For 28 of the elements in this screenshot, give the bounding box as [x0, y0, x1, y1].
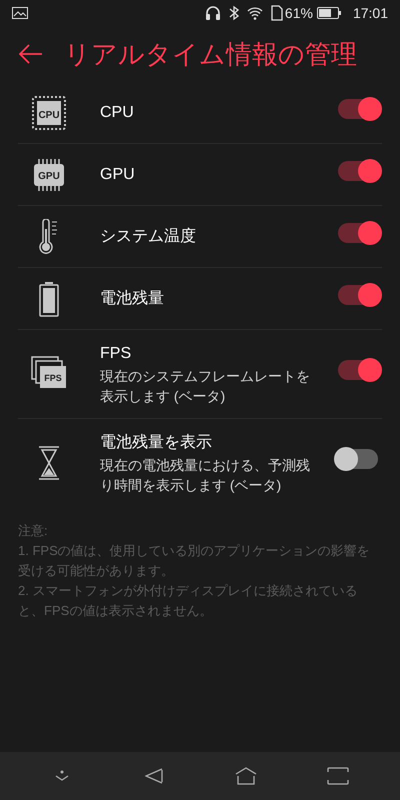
back-triangle-icon — [145, 768, 163, 784]
note-text: 2. スマートフォンが外付けディスプレイに接続されていると、FPSの値は表示されません。 — [18, 582, 358, 620]
setting-title: CPU — [100, 102, 135, 122]
chip-icon: CPU — [31, 94, 67, 130]
wifi-icon — [246, 6, 263, 20]
image-icon — [12, 7, 28, 19]
bluetooth-icon — [228, 5, 239, 21]
home-icon — [235, 767, 257, 785]
setting-title: GPU — [100, 164, 136, 184]
headphones-icon — [204, 5, 221, 21]
page-title: リアルタイム情報の管理 — [64, 38, 357, 70]
chevron-down-icon — [55, 770, 69, 782]
setting-title: システム温度 — [100, 226, 197, 246]
setting-title: FPS — [100, 344, 132, 364]
setting-title: 電池残量 — [100, 288, 165, 308]
note-text: 1. FPSの値は、使用している別のアプリケーションの影響を受ける可能性があります。 — [18, 542, 371, 580]
clock-time: 17:01 — [352, 4, 388, 22]
battery-icon — [38, 280, 60, 316]
setting-description: 現在のシステムフレームレートを表示します (ベータ) — [100, 367, 311, 406]
sd-card-icon — [270, 5, 283, 21]
recent-apps-icon — [327, 767, 349, 785]
hourglass-icon — [38, 446, 60, 480]
battery-percentage: 61% — [284, 4, 313, 22]
note-text: 注意: — [18, 522, 49, 540]
setting-description: 現在の電池残量における、予測残り時間を表示します (ベータ) — [100, 456, 311, 495]
battery-status-icon — [316, 7, 341, 19]
setting-title: 電池残量を表示 — [100, 432, 213, 453]
back-arrow-icon — [19, 44, 43, 64]
